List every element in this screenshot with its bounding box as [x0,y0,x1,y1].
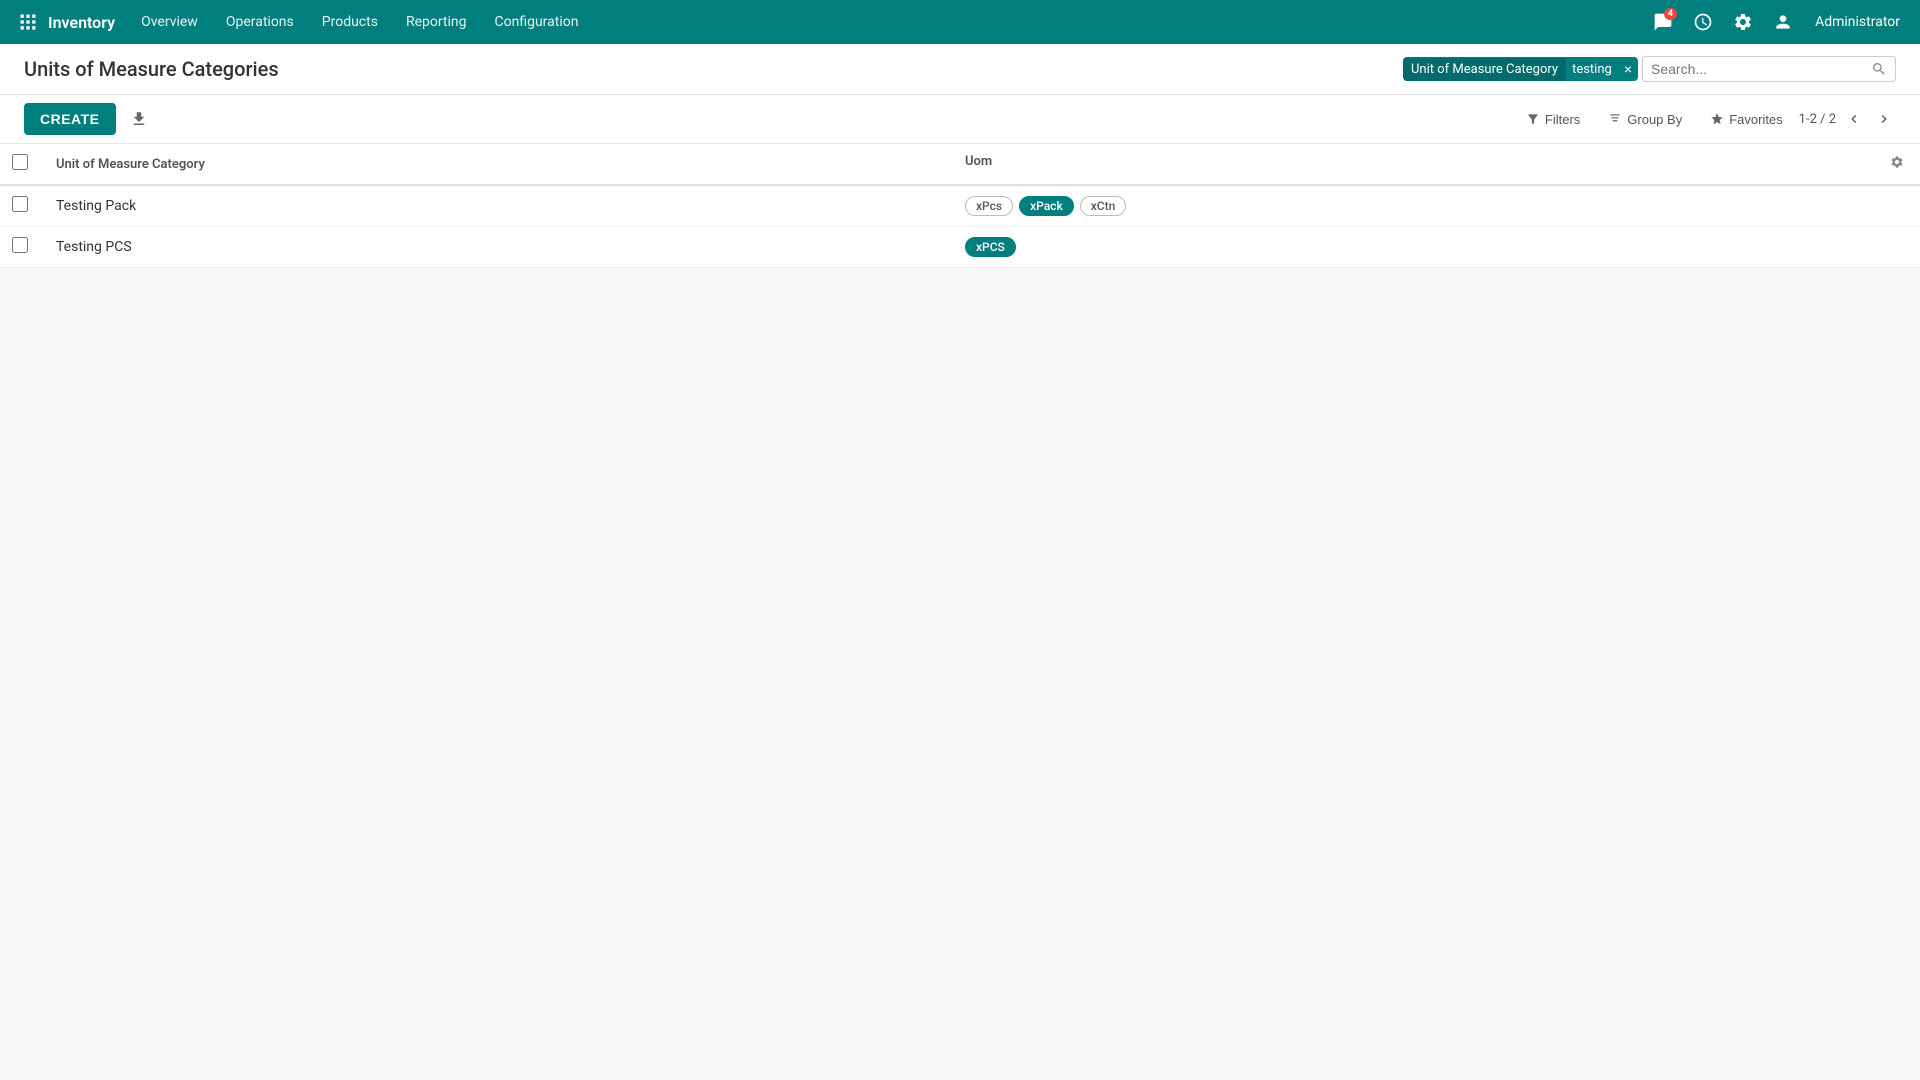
create-button[interactable]: CREATE [24,103,116,135]
messages-badge: 4 [1664,8,1677,20]
row-checkbox-cell [0,185,40,227]
row-category-name[interactable]: Testing Pack [40,185,949,227]
data-table: Unit of Measure Category Uom Testing Pac… [0,144,1920,268]
apps-menu-icon[interactable] [12,6,44,38]
filter-tag-label: Unit of Measure Category [1403,58,1566,81]
table-body: Testing Pack xPcs xPack xCtn Testing PCS xPCS [0,185,1920,268]
user-name[interactable]: Administrator [1807,14,1908,30]
app-brand[interactable]: Inventory [48,13,115,32]
action-bar: Units of Measure Categories Unit of Meas… [0,44,1920,95]
messages-button[interactable]: 4 [1647,6,1679,38]
nav-overview[interactable]: Overview [127,0,212,44]
action-left: Units of Measure Categories [24,57,279,81]
group-by-button[interactable]: Group By [1596,107,1694,132]
export-icon [130,110,148,128]
filters-button[interactable]: Filters [1514,107,1592,132]
filter-tag-value: testing [1566,58,1618,81]
pagination: 1-2 / 2 [1799,107,1896,131]
group-by-icon [1608,112,1622,126]
main-content: Units of Measure Categories Unit of Meas… [0,44,1920,1080]
select-all-checkbox[interactable] [12,154,28,170]
toolbar: CREATE Filters Group By Favorites 1-2 / … [0,95,1920,144]
nav-menu: Overview Operations Products Reporting C… [127,0,592,44]
settings-button[interactable] [1727,6,1759,38]
row-checkbox[interactable] [12,196,28,212]
row-uom-badges: xPcs xPack xCtn [949,185,1920,227]
col-category-header[interactable]: Unit of Measure Category [40,144,949,185]
nav-reporting[interactable]: Reporting [392,0,481,44]
favorites-label: Favorites [1729,112,1782,127]
toolbar-right: Filters Group By Favorites 1-2 / 2 [1514,107,1896,132]
favorites-button[interactable]: Favorites [1698,107,1794,132]
chevron-left-icon [1846,111,1862,127]
uom-badge: xPack [1019,196,1074,216]
filter-icon [1526,112,1540,126]
pagination-prev[interactable] [1842,107,1866,131]
search-input[interactable] [1643,57,1863,81]
table-container: Unit of Measure Category Uom Testing Pac… [0,144,1920,268]
nav-configuration[interactable]: Configuration [481,0,593,44]
user-avatar[interactable] [1767,6,1799,38]
nav-products[interactable]: Products [308,0,392,44]
page-title: Units of Measure Categories [24,57,279,81]
row-checkbox[interactable] [12,237,28,253]
search-filter-tag: Unit of Measure Category testing × [1403,57,1638,81]
select-all-header [0,144,40,185]
top-navigation: Inventory Overview Operations Products R… [0,0,1920,44]
table-row: Testing PCS xPCS [0,227,1920,268]
filters-label: Filters [1545,112,1580,127]
uom-badge: xPCS [965,237,1016,257]
search-submit-button[interactable] [1863,57,1895,81]
toolbar-left: CREATE [24,103,154,135]
topnav-right: 4 Administrator [1647,6,1908,38]
row-category-name[interactable]: Testing PCS [40,227,949,268]
chevron-right-icon [1876,111,1892,127]
search-input-wrapper [1642,56,1896,82]
row-uom-badges: xPCS [949,227,1920,268]
table-row: Testing Pack xPcs xPack xCtn [0,185,1920,227]
export-button[interactable] [124,104,154,134]
search-bar: Unit of Measure Category testing × [1403,56,1896,82]
row-checkbox-cell [0,227,40,268]
nav-operations[interactable]: Operations [212,0,308,44]
search-icon [1871,61,1887,77]
uom-badge: xPcs [965,196,1013,216]
group-by-label: Group By [1627,112,1682,127]
clock-button[interactable] [1687,6,1719,38]
star-icon [1710,112,1724,126]
filter-tag-remove[interactable]: × [1618,57,1638,81]
uom-badge: xCtn [1080,196,1127,216]
table-header-row: Unit of Measure Category Uom [0,144,1920,185]
pagination-text: 1-2 / 2 [1799,112,1836,127]
pagination-next[interactable] [1872,107,1896,131]
col-settings-icon[interactable] [1890,155,1904,169]
col-uom-header: Uom [949,144,1920,179]
